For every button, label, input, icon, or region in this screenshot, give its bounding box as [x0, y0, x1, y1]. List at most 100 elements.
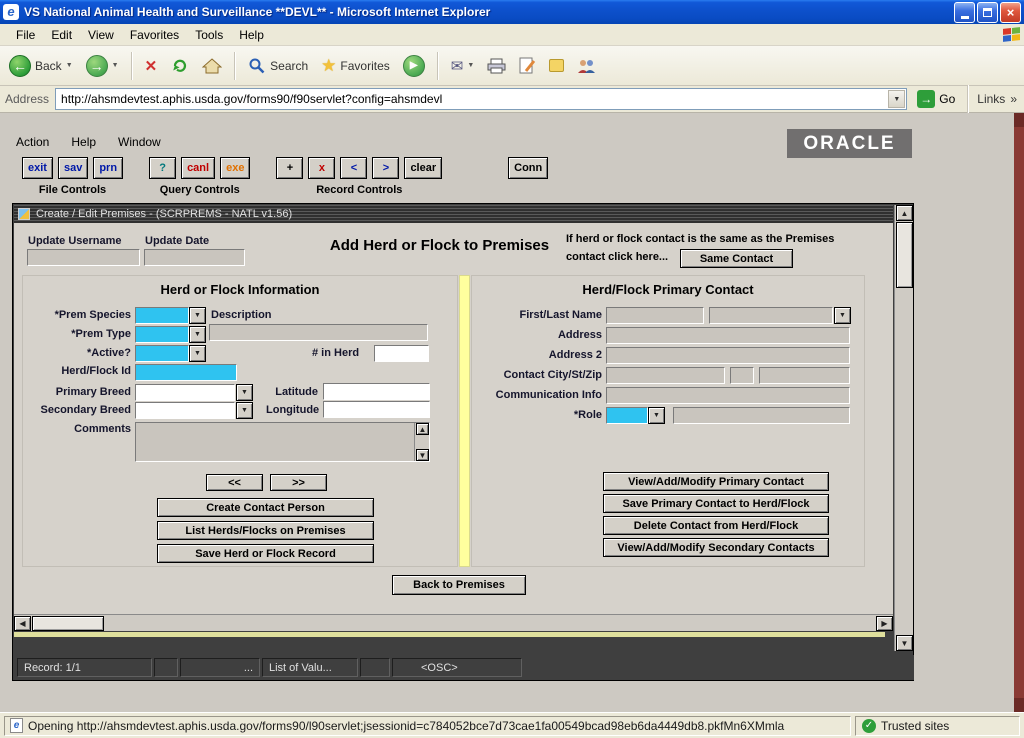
comments-scroll-down-icon[interactable]: ▼ — [416, 449, 429, 461]
latitude-field[interactable] — [323, 383, 430, 400]
page-icon: e — [10, 718, 23, 733]
scroll-down-icon[interactable]: ▼ — [896, 635, 913, 651]
save-herd-record-button[interactable]: Save Herd or Flock Record — [157, 544, 374, 563]
scroll-left-icon[interactable]: ◀ — [14, 616, 31, 631]
name-dropdown-icon[interactable]: ▼ — [834, 307, 851, 324]
form-window-titlebar[interactable]: Create / Edit Premises - (SCRPREMS - NAT… — [14, 205, 893, 223]
view-secondary-contacts-button[interactable]: View/Add/Modify Secondary Contacts — [603, 538, 829, 557]
primary-breed-dropdown-icon[interactable]: ▼ — [236, 384, 253, 401]
discuss-button[interactable] — [574, 56, 599, 76]
media-button[interactable]: ▶ — [400, 53, 428, 79]
home-button[interactable] — [199, 55, 225, 77]
address-input[interactable]: http://ahsmdevtest.aphis.usda.gov/forms9… — [55, 88, 907, 110]
view-primary-contact-button[interactable]: View/Add/Modify Primary Contact — [603, 472, 829, 491]
conn-button[interactable]: Conn — [508, 157, 548, 179]
record-next-button[interactable]: > — [372, 157, 399, 179]
menu-tools[interactable]: Tools — [187, 25, 231, 45]
address-dropdown-icon[interactable]: ▼ — [888, 90, 905, 108]
query-enter-button[interactable]: ? — [149, 157, 176, 179]
role-dropdown-icon[interactable]: ▼ — [648, 407, 665, 424]
record-previous-button[interactable]: < — [340, 157, 367, 179]
oracle-menu-action[interactable]: Action — [16, 135, 49, 149]
oracle-menu-window[interactable]: Window — [118, 135, 161, 149]
menu-view[interactable]: View — [80, 25, 122, 45]
update-date-field[interactable] — [144, 249, 245, 266]
maximize-button[interactable] — [977, 2, 998, 23]
role-field[interactable] — [606, 407, 648, 424]
exit-button[interactable]: exit — [22, 157, 53, 179]
contact-zip-field[interactable] — [759, 367, 850, 384]
edit-button[interactable] — [516, 55, 539, 77]
mail-button[interactable]: ✉ ▼ — [448, 55, 478, 77]
secondary-breed-dropdown-icon[interactable]: ▼ — [236, 402, 253, 419]
secondary-breed-field[interactable] — [135, 402, 235, 419]
forward-button[interactable]: → ▼ — [83, 53, 122, 79]
go-button[interactable]: → Go — [913, 89, 959, 109]
record-delete-button[interactable]: x — [308, 157, 335, 179]
first-name-field[interactable] — [606, 307, 704, 324]
form-horizontal-scrollbar[interactable]: ◀ ▶ — [14, 614, 893, 631]
description-field[interactable] — [209, 324, 428, 341]
refresh-button[interactable] — [167, 54, 192, 77]
delete-contact-button[interactable]: Delete Contact from Herd/Flock — [603, 516, 829, 535]
query-execute-button[interactable]: exe — [220, 157, 250, 179]
last-name-field[interactable] — [709, 307, 833, 324]
back-dropdown-icon[interactable]: ▼ — [66, 62, 73, 69]
previous-record-button[interactable]: << — [206, 474, 263, 491]
primary-breed-field[interactable] — [135, 384, 235, 401]
oracle-menu-help[interactable]: Help — [71, 135, 96, 149]
print-button[interactable] — [484, 56, 509, 76]
messenger-button[interactable] — [546, 57, 567, 74]
vertical-scroll-thumb[interactable] — [896, 222, 913, 288]
role-description-field[interactable] — [673, 407, 850, 424]
comments-field[interactable]: ▲ ▼ — [135, 422, 430, 462]
record-clear-button[interactable]: clear — [404, 157, 442, 179]
contact-state-field[interactable] — [730, 367, 754, 384]
save-primary-contact-button[interactable]: Save Primary Contact to Herd/Flock — [603, 494, 829, 513]
horizontal-scroll-thumb[interactable] — [32, 616, 104, 631]
list-herds-flocks-button[interactable]: List Herds/Flocks on Premises — [157, 521, 374, 540]
back-to-premises-button[interactable]: Back to Premises — [392, 575, 526, 595]
active-dropdown-icon[interactable]: ▼ — [189, 345, 206, 362]
search-button[interactable]: Search — [245, 55, 311, 77]
minimize-button[interactable] — [954, 2, 975, 23]
comments-scrollbar[interactable]: ▲ ▼ — [414, 423, 429, 461]
contact-address-field[interactable] — [606, 327, 850, 344]
stop-button[interactable]: ✕ — [142, 55, 161, 77]
create-contact-person-button[interactable]: Create Contact Person — [157, 498, 374, 517]
scroll-up-icon[interactable]: ▲ — [896, 205, 913, 221]
herd-flock-id-field[interactable] — [135, 364, 237, 381]
links-button[interactable]: Links » — [977, 92, 1019, 106]
contact-city-field[interactable] — [606, 367, 725, 384]
in-herd-field[interactable] — [374, 345, 429, 362]
contact-address2-field[interactable] — [606, 347, 850, 364]
prem-type-field[interactable] — [135, 326, 189, 343]
menu-file[interactable]: File — [8, 25, 43, 45]
scroll-right-icon[interactable]: ▶ — [876, 616, 893, 631]
mail-dropdown-icon[interactable]: ▼ — [467, 62, 474, 69]
communication-info-label: Communication Info — [472, 389, 602, 401]
favorites-button[interactable]: ★ Favorites — [318, 54, 393, 78]
comments-scroll-up-icon[interactable]: ▲ — [416, 423, 429, 435]
menu-favorites[interactable]: Favorites — [122, 25, 187, 45]
page-scrollbar[interactable] — [1014, 113, 1024, 712]
print-form-button[interactable]: prn — [93, 157, 123, 179]
active-field[interactable] — [135, 345, 189, 362]
record-add-button[interactable]: + — [276, 157, 303, 179]
update-username-field[interactable] — [27, 249, 140, 266]
back-button[interactable]: ← Back ▼ — [6, 53, 76, 79]
save-button[interactable]: sav — [58, 157, 88, 179]
menu-help[interactable]: Help — [231, 25, 272, 45]
form-vertical-scrollbar[interactable]: ▲ ▼ — [894, 205, 913, 651]
longitude-field[interactable] — [323, 401, 430, 418]
menu-edit[interactable]: Edit — [43, 25, 80, 45]
prem-type-dropdown-icon[interactable]: ▼ — [189, 326, 206, 343]
same-contact-button[interactable]: Same Contact — [680, 249, 793, 268]
prem-species-dropdown-icon[interactable]: ▼ — [189, 307, 206, 324]
forward-dropdown-icon[interactable]: ▼ — [112, 62, 119, 69]
query-cancel-button[interactable]: canl — [181, 157, 215, 179]
next-record-button[interactable]: >> — [270, 474, 327, 491]
communication-info-field[interactable] — [606, 387, 850, 404]
close-button[interactable]: × — [1000, 2, 1021, 23]
prem-species-field[interactable] — [135, 307, 189, 324]
